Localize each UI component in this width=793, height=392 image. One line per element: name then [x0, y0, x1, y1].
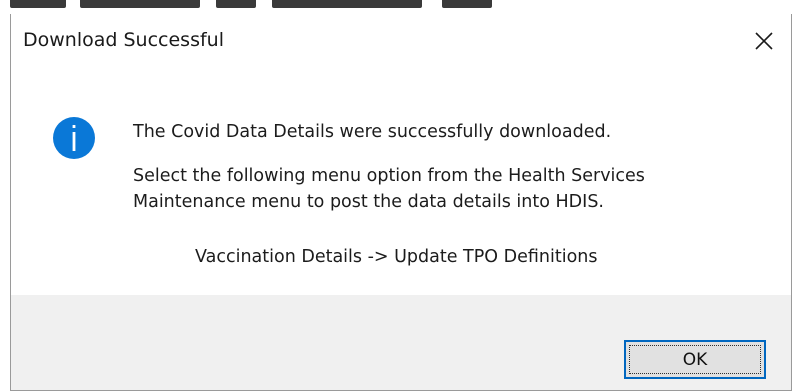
dialog-content: The Covid Data Details were successfully… [11, 68, 791, 295]
close-icon [755, 32, 773, 50]
message-line-2: Select the following menu option from th… [133, 166, 645, 186]
dialog-button-bar: OK [11, 295, 791, 390]
dialog-title: Download Successful [23, 29, 224, 51]
message-line-3: Maintenance menu to post the data detail… [133, 192, 604, 212]
message-dialog: Download Successful The Covid Data Detai… [10, 14, 792, 391]
message-line-1: The Covid Data Details were successfully… [133, 122, 612, 142]
ok-button-label: OK [682, 349, 708, 370]
menu-path-text: Vaccination Details -> Update TPO Defini… [195, 247, 598, 267]
dialog-titlebar[interactable]: Download Successful [11, 14, 791, 68]
info-icon [53, 117, 95, 159]
background-window-edge [0, 0, 793, 14]
ok-button[interactable]: OK [624, 340, 766, 379]
screen: Download Successful The Covid Data Detai… [0, 0, 793, 392]
close-button[interactable] [737, 14, 791, 68]
